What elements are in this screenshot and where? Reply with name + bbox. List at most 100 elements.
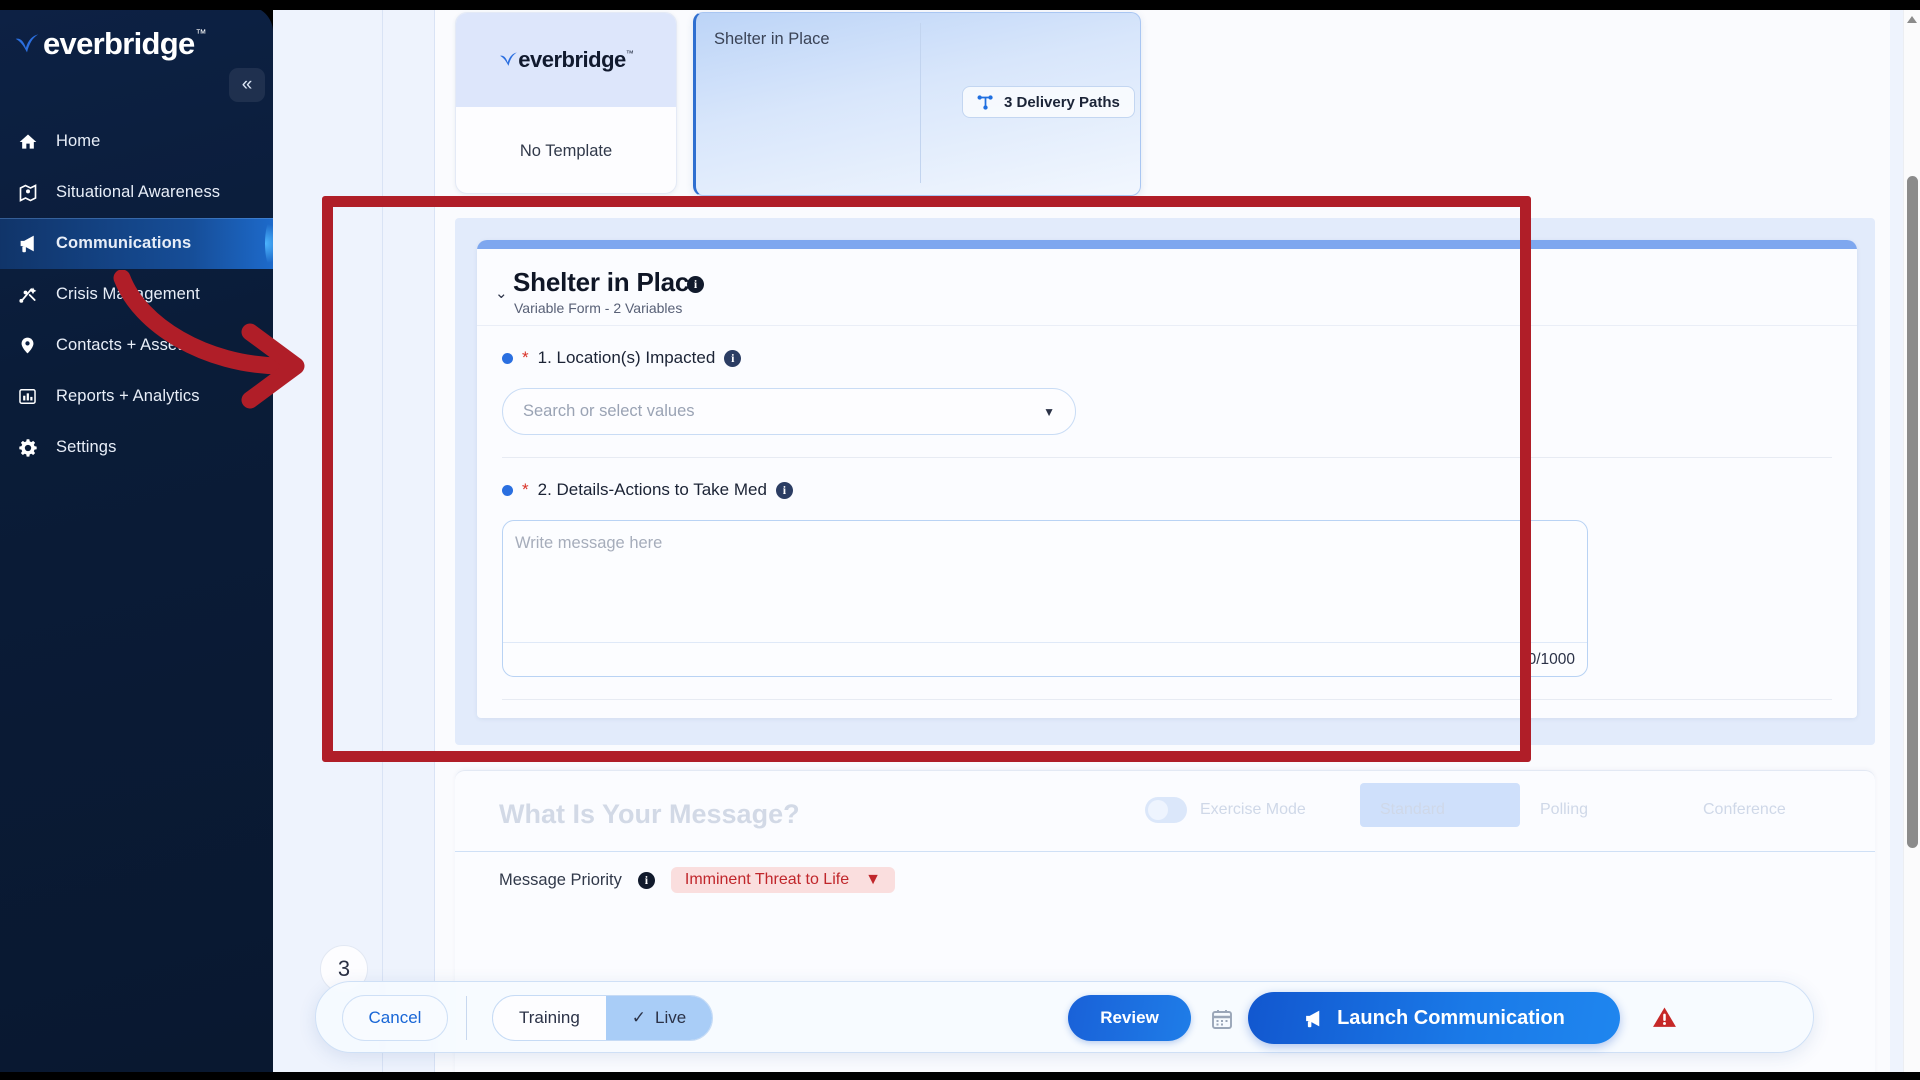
calendar-icon[interactable] (1210, 1007, 1234, 1037)
sidebar-item-crisis-management[interactable]: Crisis Management (0, 269, 273, 320)
sidebar-item-settings[interactable]: Settings (0, 422, 273, 473)
character-counter: 0/1000 (1528, 651, 1575, 669)
everbridge-check-icon (12, 31, 42, 58)
form-field-details: * 2. Details-Actions to Take Med i Write… (477, 458, 1857, 677)
tab-standard-label: Standard (1380, 801, 1445, 819)
sidebar-nav-list: Home Situational Awareness (0, 116, 273, 473)
message-section-title: What Is Your Message? (499, 799, 800, 830)
main-content-area: everbridge ™ No Template Shelter in Plac… (273, 10, 1920, 1072)
form-accent-bar (477, 240, 1857, 249)
message-priority-dropdown[interactable]: Imminent Threat to Life ▼ (671, 867, 895, 893)
review-button[interactable]: Review (1068, 995, 1191, 1041)
no-template-label: No Template (456, 107, 676, 194)
delivery-paths-label: 3 Delivery Paths (1004, 94, 1120, 111)
details-textarea[interactable]: Write message here 0/1000 (502, 520, 1588, 677)
sidebar-item-label: Crisis Management (56, 285, 200, 304)
brand-wordmark: everbridge (43, 28, 195, 59)
field-bullet-icon (502, 353, 513, 364)
warning-triangle-icon[interactable] (1651, 1005, 1678, 1035)
sidebar-item-label: Communications (56, 234, 191, 253)
bottom-action-bar: Cancel Training ✓ Live Review (315, 981, 1814, 1053)
network-nodes-icon (18, 285, 48, 305)
check-icon: ✓ (632, 1008, 646, 1028)
mode-option-training[interactable]: Training (493, 996, 606, 1040)
variable-form-info-icon[interactable]: i (687, 276, 704, 293)
everbridge-check-icon (498, 50, 519, 70)
message-section-divider (455, 851, 1875, 852)
sidebar-item-communications[interactable]: Communications (0, 218, 273, 269)
delivery-paths-button[interactable]: 3 Delivery Paths (962, 86, 1135, 118)
variable-form-container: ⌄ Shelter in Place i Variable Form - 2 V… (455, 218, 1875, 745)
details-textarea-placeholder: Write message here (515, 534, 662, 553)
field-required-mark: * (522, 348, 529, 368)
brand-logo: everbridge ™ (12, 28, 207, 59)
template-selector-row: everbridge ™ No Template Shelter in Plac… (455, 12, 1875, 200)
app-root: everbridge ™ No Template Shelter in Plac… (0, 0, 1920, 1080)
field-bullet-icon (502, 485, 513, 496)
form-field-location-label-row: * 1. Location(s) Impacted i (477, 326, 1857, 368)
chrome-bottom-edge (0, 1072, 1920, 1080)
sidebar-item-label: Situational Awareness (56, 183, 220, 202)
selected-template-divider (920, 23, 921, 183)
sidebar-item-contacts-assets[interactable]: Contacts + Assets (0, 320, 273, 371)
mode-segmented-control: Training ✓ Live (492, 995, 713, 1041)
sidebar-item-home[interactable]: Home (0, 116, 273, 167)
sidebar-item-situational-awareness[interactable]: Situational Awareness (0, 167, 273, 218)
content-pane: everbridge ™ No Template Shelter in Plac… (435, 10, 1890, 1072)
brand-trademark: ™ (196, 28, 207, 40)
bar-chart-icon (18, 387, 48, 406)
launch-communication-label: Launch Communication (1337, 1007, 1565, 1030)
background-column-divider-1 (382, 10, 383, 1072)
variable-form-title: Shelter in Place (513, 267, 703, 298)
mode-option-label: Live (655, 1008, 686, 1028)
launch-communication-button[interactable]: Launch Communication (1248, 992, 1620, 1044)
message-priority-value: Imminent Threat to Life (685, 871, 849, 889)
sidebar-item-label: Settings (56, 438, 116, 457)
tab-polling-label: Polling (1540, 801, 1588, 819)
location-select-placeholder: Search or select values (523, 402, 1043, 421)
chevron-down-icon: ▼ (865, 871, 881, 889)
sidebar-collapse-button[interactable]: « (229, 68, 265, 102)
collapse-chevron-icon[interactable]: ⌄ (495, 284, 508, 302)
message-priority-label: Message Priority (499, 871, 622, 890)
everbridge-trademark: ™ (626, 49, 634, 58)
details-textarea-footer (503, 642, 1587, 676)
map-pin-icon (18, 183, 48, 203)
form-field-location: * 1. Location(s) Impacted i Search or se… (477, 326, 1857, 435)
cancel-button[interactable]: Cancel (342, 995, 448, 1041)
no-template-card[interactable]: everbridge ™ No Template (455, 12, 677, 194)
mode-option-live[interactable]: ✓ Live (606, 996, 712, 1040)
message-priority-info-icon[interactable]: i (638, 872, 655, 889)
location-pin-icon (18, 336, 48, 355)
megaphone-icon (1303, 1008, 1325, 1029)
location-select[interactable]: Search or select values ▼ (502, 388, 1076, 435)
vertical-scrollbar[interactable] (1903, 10, 1920, 1072)
sidebar-item-reports-analytics[interactable]: Reports + Analytics (0, 371, 273, 422)
field-info-icon[interactable]: i (724, 350, 741, 367)
variable-form-subtitle: Variable Form - 2 Variables (514, 300, 682, 316)
message-priority-row: Message Priority i Imminent Threat to Li… (499, 867, 895, 893)
delivery-paths-icon (977, 95, 994, 110)
form-field-divider-2 (502, 699, 1832, 700)
sidebar-item-label: Reports + Analytics (56, 387, 200, 406)
everbridge-wordmark: everbridge (518, 49, 626, 71)
everbridge-logo: everbridge ™ (498, 49, 634, 71)
chevron-down-icon: ▼ (1043, 405, 1055, 419)
sidebar-item-label: Home (56, 132, 100, 151)
exercise-mode-label: Exercise Mode (1200, 801, 1306, 819)
field-info-icon[interactable]: i (776, 482, 793, 499)
scrollbar-thumb[interactable] (1907, 176, 1918, 848)
home-icon (18, 132, 48, 152)
variable-form-header: ⌄ Shelter in Place i Variable Form - 2 V… (477, 249, 1857, 326)
scroll-up-arrow-icon[interactable] (1907, 16, 1917, 23)
form-field-details-label-row: * 2. Details-Actions to Take Med i (477, 458, 1857, 500)
chrome-top-edge (0, 0, 1920, 10)
no-template-card-logo-area: everbridge ™ (456, 13, 676, 107)
warning-triangle-glyph (1651, 1005, 1678, 1030)
variable-form-card: ⌄ Shelter in Place i Variable Form - 2 V… (477, 240, 1857, 718)
gear-icon (18, 438, 48, 458)
exercise-mode-toggle[interactable] (1145, 797, 1187, 823)
selected-template-card[interactable]: Shelter in Place 3 Delivery Paths (693, 12, 1141, 196)
sidebar-item-label: Contacts + Assets (56, 336, 190, 355)
tab-conference-label: Conference (1703, 801, 1786, 819)
